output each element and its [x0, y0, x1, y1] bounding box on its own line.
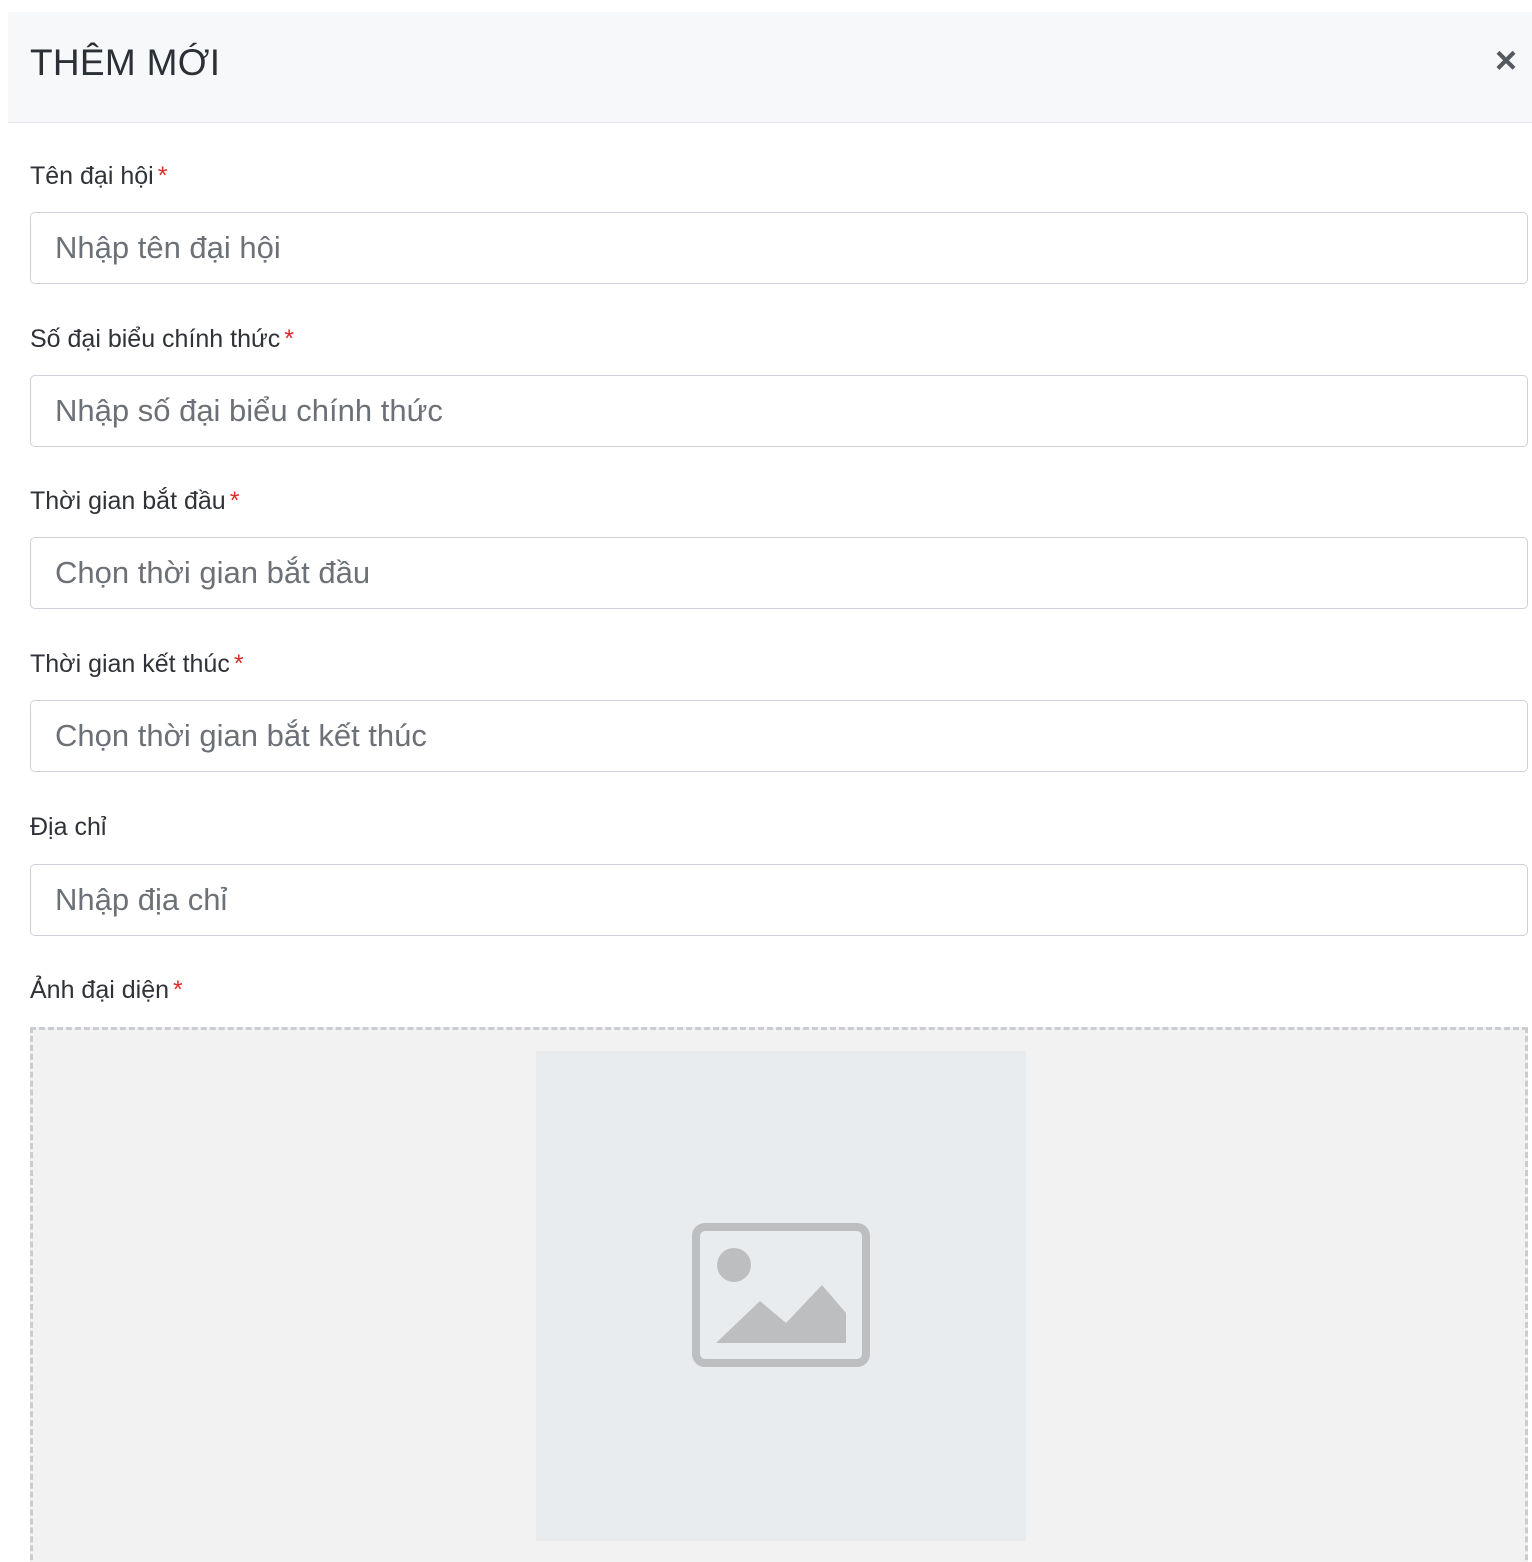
required-mark: *	[173, 976, 183, 1004]
image-placeholder-icon	[692, 1223, 870, 1367]
close-icon: ×	[1494, 40, 1518, 82]
field-label-ten-dai-hoi: Tên đại hội *	[30, 162, 168, 190]
image-upload-dropzone[interactable]	[30, 1027, 1528, 1562]
add-new-modal: THÊM MỚI × Tên đại hội* Số đại biểu chín…	[8, 12, 1532, 1562]
field-label-dia-chi: Địa chỉ	[30, 813, 107, 841]
modal-title: THÊM MỚI	[30, 42, 221, 83]
required-mark: *	[229, 487, 240, 515]
image-preview[interactable]	[536, 1051, 1026, 1541]
field-label-anh-dai-dien: Ảnh đại diện *	[30, 976, 183, 1004]
modal-header: THÊM MỚI ×	[8, 12, 1532, 123]
dia-chi-input[interactable]	[30, 864, 1528, 936]
required-mark: *	[284, 325, 294, 353]
ten-dai-hoi-input[interactable]	[30, 212, 1528, 284]
field-label-thoi-gian-ket-thuc: Thời gian kết thúc *	[30, 650, 244, 678]
so-dai-bieu-input[interactable]	[30, 375, 1528, 447]
field-label-so-dai-bieu: Số đại biểu chính thức *	[30, 325, 294, 353]
end-time-picker[interactable]	[30, 700, 1528, 772]
required-mark: *	[157, 162, 168, 190]
required-mark: *	[233, 650, 244, 678]
field-label-thoi-gian-bat-dau: Thời gian bắt đầu *	[30, 487, 240, 515]
start-time-picker[interactable]	[30, 537, 1528, 609]
close-button[interactable]: ×	[1488, 42, 1524, 82]
